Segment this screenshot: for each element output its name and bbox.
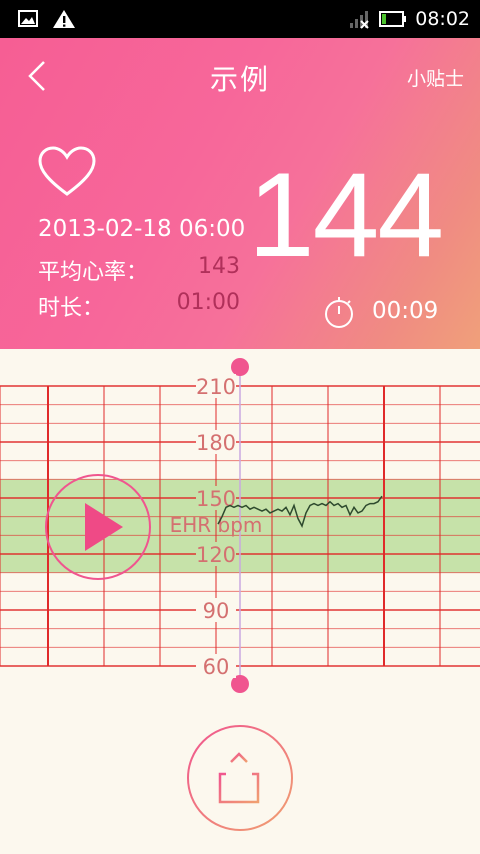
y-tick-label: 60 (203, 655, 230, 679)
duration-label: 时长： (38, 296, 105, 321)
heart-rate-chart[interactable]: 60 90 120 150 180 210 EHR bpm (0, 349, 480, 709)
battery-icon (379, 11, 407, 27)
y-tick-label: 90 (203, 599, 230, 623)
y-tick-label: 180 (196, 431, 236, 455)
y-tick-label: 120 (196, 543, 236, 567)
stopwatch-icon (325, 297, 353, 328)
image-icon (18, 10, 38, 27)
header-panel: 示例 小贴士 2013-02-18 06:00 平均心率： 143 时长： 01… (0, 38, 480, 349)
playhead-top-handle (231, 358, 249, 376)
signal-off-icon (350, 11, 369, 29)
elapsed-timer: 00:09 (372, 298, 439, 324)
tips-button[interactable]: 小贴士 (407, 64, 464, 91)
y-tick-label: 150 (196, 487, 236, 511)
y-axis-label: EHR bpm (170, 513, 263, 537)
chart-canvas: 60 90 120 150 180 210 EHR bpm (0, 358, 480, 693)
status-bar: 08:02 (0, 0, 480, 38)
average-rate-value: 143 (198, 254, 240, 279)
warning-icon (53, 10, 75, 28)
share-button[interactable] (186, 724, 294, 832)
record-date: 2013-02-18 06:00 (38, 216, 246, 242)
average-rate-label: 平均心率： (38, 260, 149, 285)
y-tick-label: 210 (196, 375, 236, 399)
status-time: 08:02 (415, 8, 470, 30)
duration-value: 01:00 (176, 290, 240, 315)
share-icon (218, 752, 260, 804)
heart-icon (38, 146, 96, 196)
current-bpm: 144 (247, 148, 444, 282)
